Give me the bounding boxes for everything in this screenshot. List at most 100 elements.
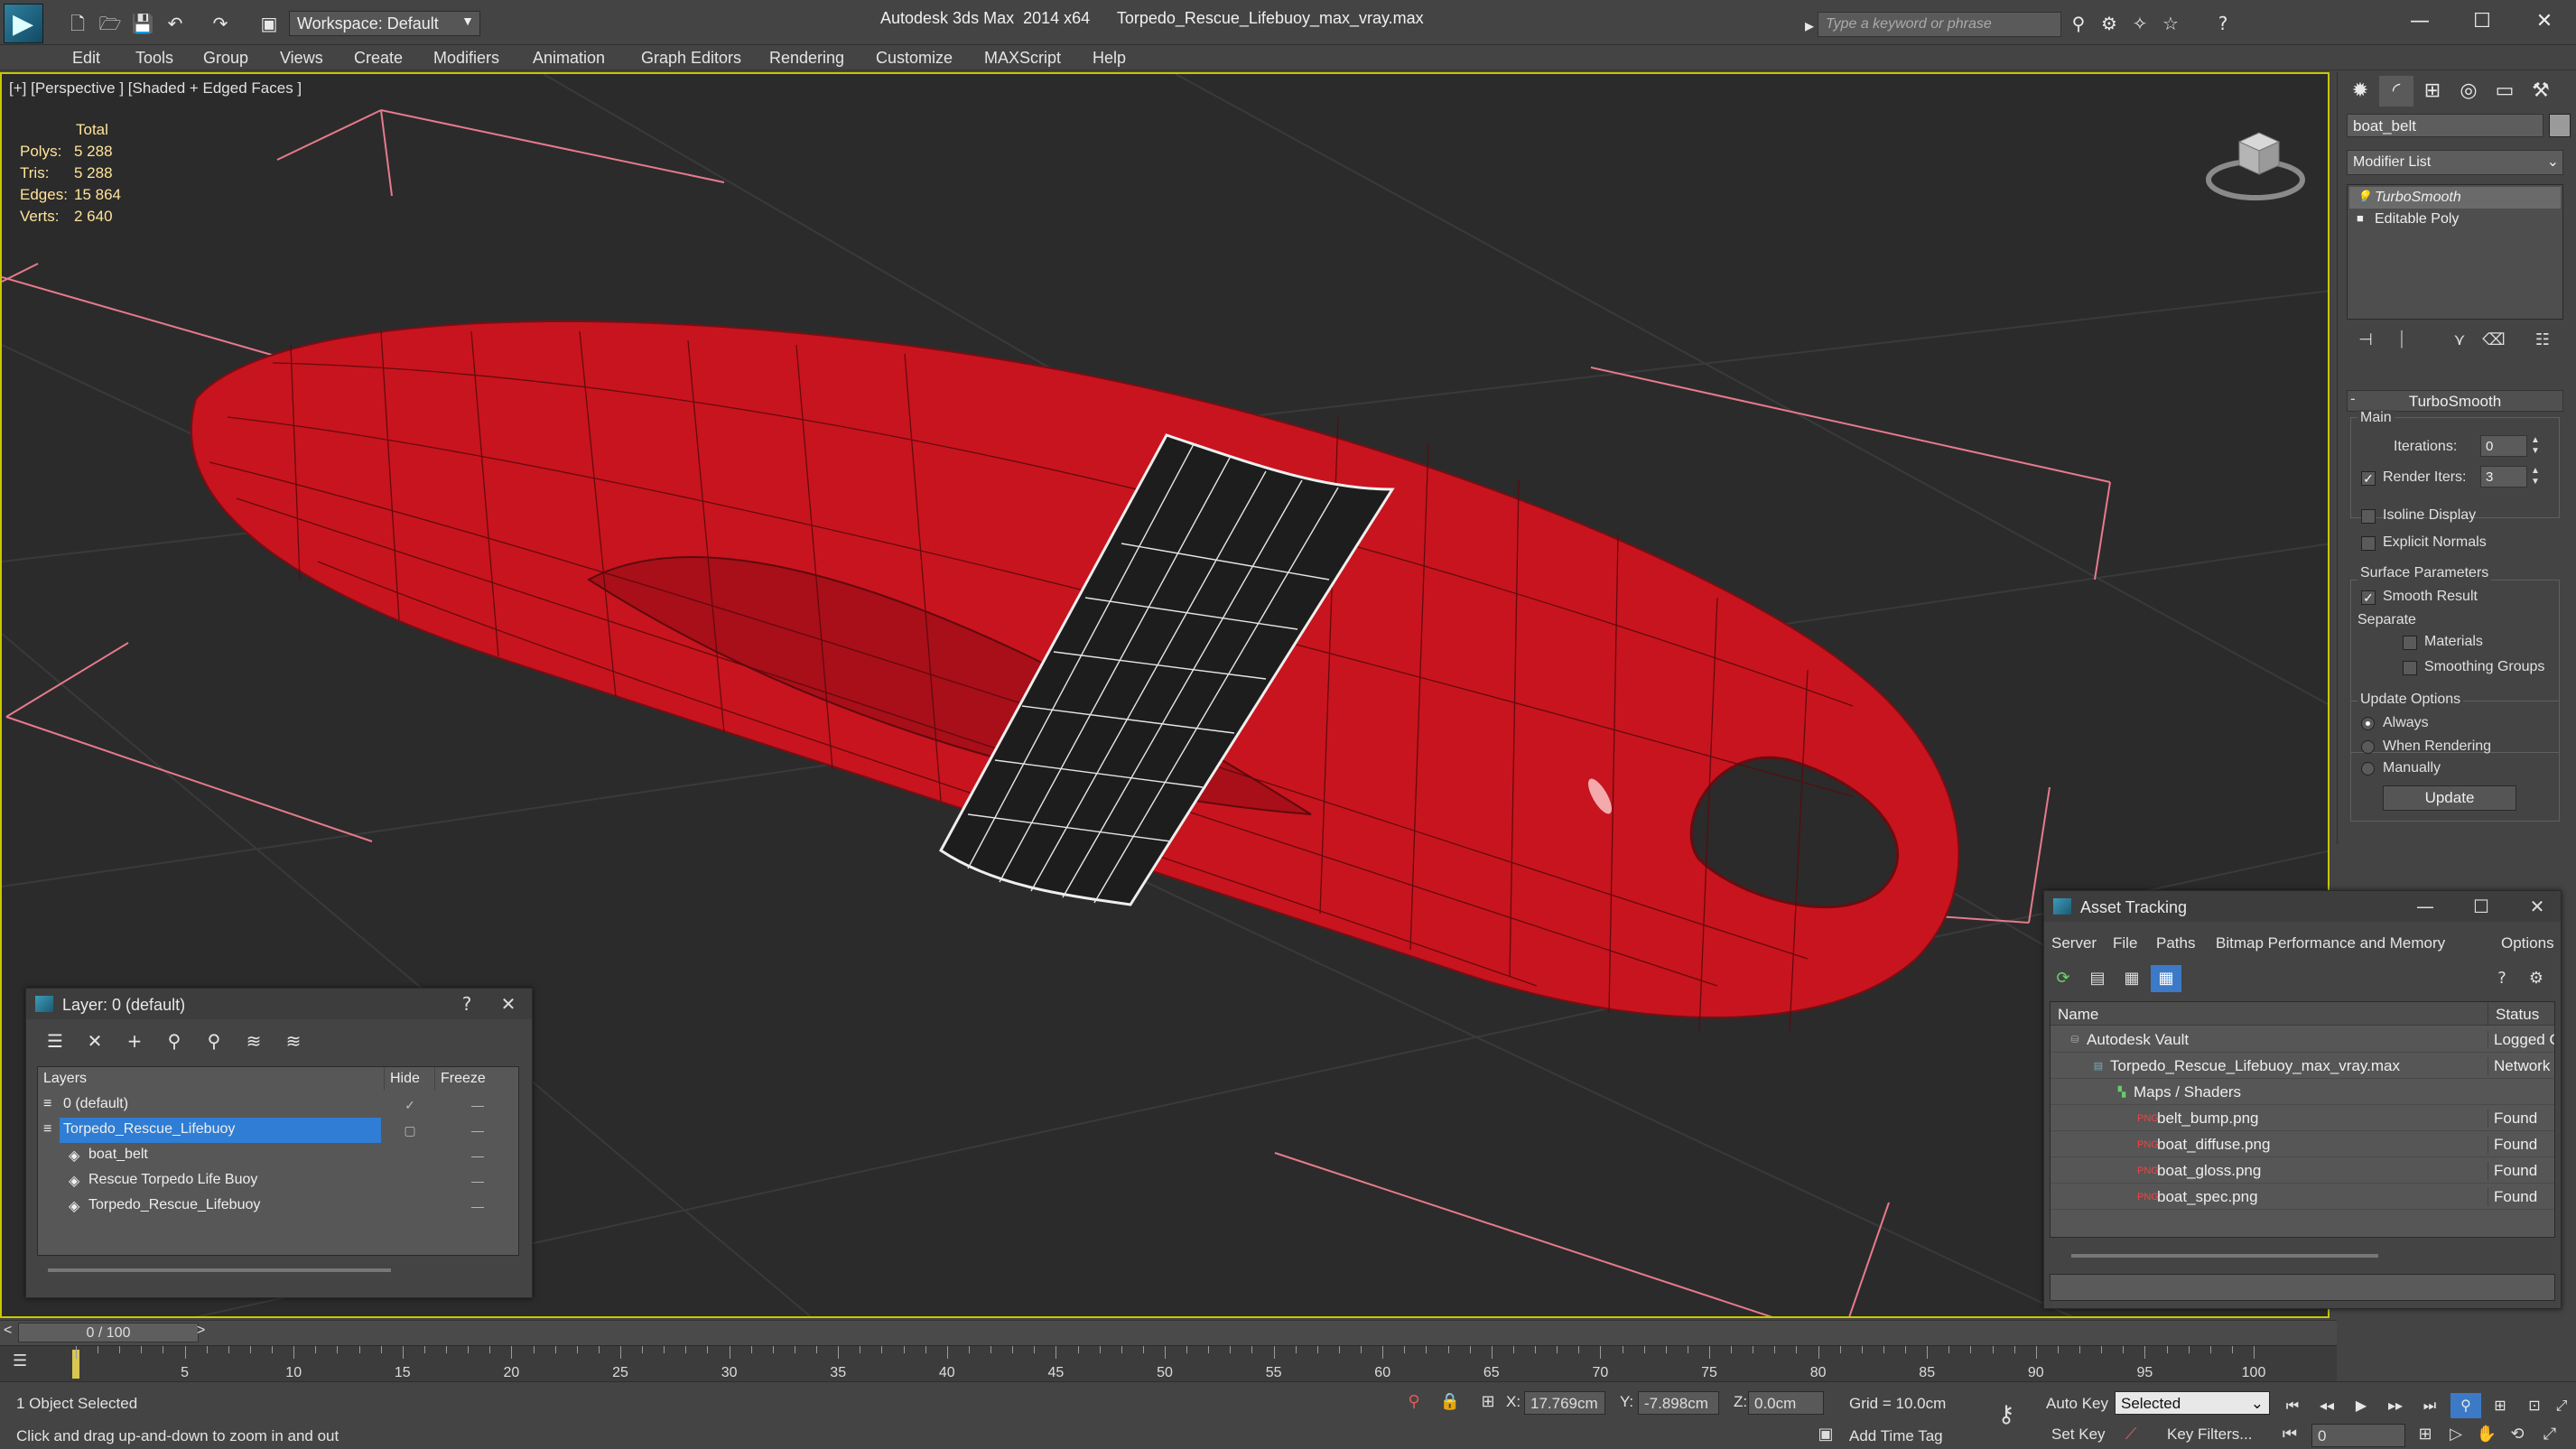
col-layers[interactable]: Layers — [38, 1067, 385, 1091]
time-slider[interactable]: < 0 / 100 > — [0, 1320, 2337, 1345]
menu-views[interactable]: Views — [280, 49, 323, 68]
app-menu-button[interactable]: ▶ — [4, 4, 43, 43]
project-folder-icon[interactable]: ▣ — [256, 13, 282, 34]
viewport-maximize-icon[interactable]: ⤢ — [2537, 1422, 2562, 1447]
menu-create[interactable]: Create — [354, 49, 403, 68]
hierarchy-tab-icon[interactable]: ⊞ — [2415, 76, 2450, 107]
horizontal-scrollbar[interactable] — [2071, 1254, 2378, 1258]
table-view-icon[interactable]: ▦ — [2151, 965, 2181, 992]
asset-row[interactable]: ▚ Maps / Shaders — [2051, 1080, 2554, 1105]
add-to-layer-icon[interactable]: + — [118, 1028, 151, 1054]
layer-name[interactable]: Torpedo_Rescue_Lifebuoy — [85, 1194, 381, 1219]
help-icon[interactable]: ? — [2487, 965, 2517, 992]
y-coordinate-field[interactable]: -7.898cm — [1638, 1391, 1719, 1415]
menu-paths[interactable]: Paths — [2156, 934, 2195, 952]
update-button[interactable]: Update — [2383, 785, 2516, 811]
hide-toggle[interactable]: ✓ — [385, 1092, 435, 1118]
manually-radio[interactable] — [2361, 762, 2375, 776]
freeze-toggle[interactable]: — — [435, 1092, 520, 1118]
play-icon[interactable]: ▶ — [2346, 1393, 2376, 1418]
go-to-start-icon[interactable]: ⏮ — [2277, 1393, 2308, 1418]
previous-key-icon[interactable]: ◂◂ — [2311, 1393, 2342, 1418]
absolute-mode-icon[interactable]: ⊞ — [1475, 1389, 1501, 1415]
zoom-extents-icon[interactable]: ⊡ — [2519, 1393, 2550, 1418]
tree-view-icon[interactable]: ▦ — [2116, 965, 2147, 992]
menu-graph-editors[interactable]: Graph Editors — [641, 49, 741, 68]
display-tab-icon[interactable]: ▭ — [2488, 76, 2522, 107]
show-end-result-icon[interactable]: ⏐ — [2388, 327, 2415, 354]
zoom-icon[interactable]: ⚲ — [2450, 1393, 2481, 1418]
menu-animation[interactable]: Animation — [533, 49, 605, 68]
hide-toggle[interactable] — [385, 1194, 435, 1219]
redo-icon[interactable]: ↷ — [208, 13, 233, 34]
x-coordinate-field[interactable]: 17.769cm — [1524, 1391, 1605, 1415]
layer-row[interactable]: ≡ Torpedo_Rescue_Lifebuoy ▢ — — [38, 1118, 518, 1143]
asset-row[interactable]: ▤ Torpedo_Rescue_Lifebuoy_max_vray.max Net… — [2051, 1054, 2554, 1079]
close-icon[interactable]: ✕ — [2519, 895, 2555, 918]
auto-key-button[interactable]: Auto Key — [2046, 1395, 2108, 1413]
create-layer-icon[interactable]: ☰ — [39, 1028, 71, 1054]
create-tab-icon[interactable]: ✹ — [2343, 76, 2377, 107]
col-freeze[interactable]: Freeze — [435, 1067, 520, 1091]
collapse-icon[interactable]: - — [2350, 390, 2356, 408]
undo-icon[interactable]: ↶ — [163, 13, 188, 34]
current-frame-field[interactable]: 0 — [2311, 1424, 2405, 1447]
close-window-button[interactable]: ✕ — [2520, 5, 2569, 38]
go-to-end-icon[interactable]: ⏭ — [2414, 1393, 2445, 1418]
explicit-normals-checkbox[interactable] — [2361, 536, 2376, 551]
stack-item-turbosmooth[interactable]: 💡 TurboSmooth — [2349, 187, 2561, 209]
key-filters-button[interactable]: Key Filters... — [2167, 1426, 2252, 1444]
orbit-icon[interactable]: ⟲ — [2505, 1422, 2530, 1447]
layer-name[interactable]: 0 (default) — [60, 1092, 381, 1118]
render-iters-spinner[interactable]: 3 — [2480, 466, 2527, 488]
help-icon[interactable]: ? — [2210, 13, 2236, 34]
highlight-selected-icon[interactable]: ⚲ — [198, 1028, 230, 1054]
new-file-icon[interactable]: 🗋 — [65, 13, 90, 34]
modifier-list-dropdown[interactable]: Modifier List ⌄ — [2347, 150, 2563, 175]
key-icon[interactable]: ⚷ — [1994, 1402, 2019, 1427]
menu-bitmap-performance[interactable]: Bitmap Performance and Memory — [2216, 934, 2445, 952]
maximize-viewport-icon[interactable]: ⤢ — [2546, 1393, 2576, 1418]
menu-group[interactable]: Group — [203, 49, 248, 68]
spinner-arrows-icon[interactable]: ▲ ▼ — [2529, 435, 2542, 457]
pin-stack-icon[interactable]: ⊣ — [2352, 327, 2379, 354]
set-keys-icon[interactable]: ⟋ — [2118, 1422, 2144, 1447]
menu-file[interactable]: File — [2113, 934, 2137, 952]
lightbulb-icon[interactable]: 💡 — [2357, 190, 2371, 203]
freeze-toggle[interactable]: — — [435, 1168, 520, 1194]
list-view-icon[interactable]: ▤ — [2082, 965, 2113, 992]
settings-icon[interactable]: ⚙ — [2521, 965, 2552, 992]
materials-checkbox[interactable] — [2403, 636, 2417, 650]
menu-rendering[interactable]: Rendering — [769, 49, 844, 68]
layer-name[interactable]: Rescue Torpedo Life Buoy — [85, 1168, 381, 1194]
smooth-result-checkbox[interactable]: ✓ — [2361, 590, 2376, 605]
when-rendering-radio[interactable] — [2361, 740, 2375, 754]
horizontal-scrollbar[interactable] — [48, 1268, 391, 1272]
field-of-view-icon[interactable]: ▷ — [2443, 1422, 2469, 1447]
layer-row[interactable]: ≡ 0 (default) ✓ — — [38, 1092, 518, 1118]
open-file-icon[interactable]: 🗁 — [98, 13, 123, 34]
next-frame-icon[interactable]: > — [197, 1323, 205, 1339]
layer-row[interactable]: ◈ boat_belt — — [38, 1143, 518, 1168]
asset-row[interactable]: PNG boat_spec.png Found — [2051, 1184, 2554, 1210]
stack-item-editable-poly[interactable]: ■ Editable Poly — [2349, 209, 2561, 230]
iterations-spinner[interactable]: 0 — [2480, 435, 2527, 457]
layer-row[interactable]: ◈ Rescue Torpedo Life Buoy — — [38, 1168, 518, 1194]
binoculars-icon[interactable]: ⚲ — [2066, 13, 2091, 34]
viewcube-icon[interactable] — [2205, 115, 2313, 205]
mini-curve-editor-icon[interactable]: ☰ — [13, 1351, 45, 1375]
add-time-tag[interactable]: Add Time Tag — [1849, 1427, 1943, 1445]
motion-tab-icon[interactable]: ◎ — [2451, 76, 2486, 107]
menu-server[interactable]: Server — [2051, 934, 2097, 952]
favorites-star-icon[interactable]: ☆ — [2158, 13, 2183, 34]
set-key-button[interactable]: Set Key — [2051, 1426, 2106, 1444]
col-hide[interactable]: Hide — [385, 1067, 435, 1091]
select-objects-icon[interactable]: ⚲ — [158, 1028, 191, 1054]
freeze-toggle[interactable]: — — [435, 1143, 520, 1168]
utilities-tab-icon[interactable]: ⚒ — [2524, 76, 2558, 107]
layer-name[interactable]: Torpedo_Rescue_Lifebuoy — [60, 1118, 381, 1143]
make-unique-icon[interactable]: ⋎ — [2446, 327, 2473, 354]
freeze-toggle[interactable]: — — [435, 1194, 520, 1219]
minimize-button[interactable]: — — [2407, 895, 2443, 918]
time-tag-icon[interactable]: ▣ — [1813, 1422, 1838, 1447]
